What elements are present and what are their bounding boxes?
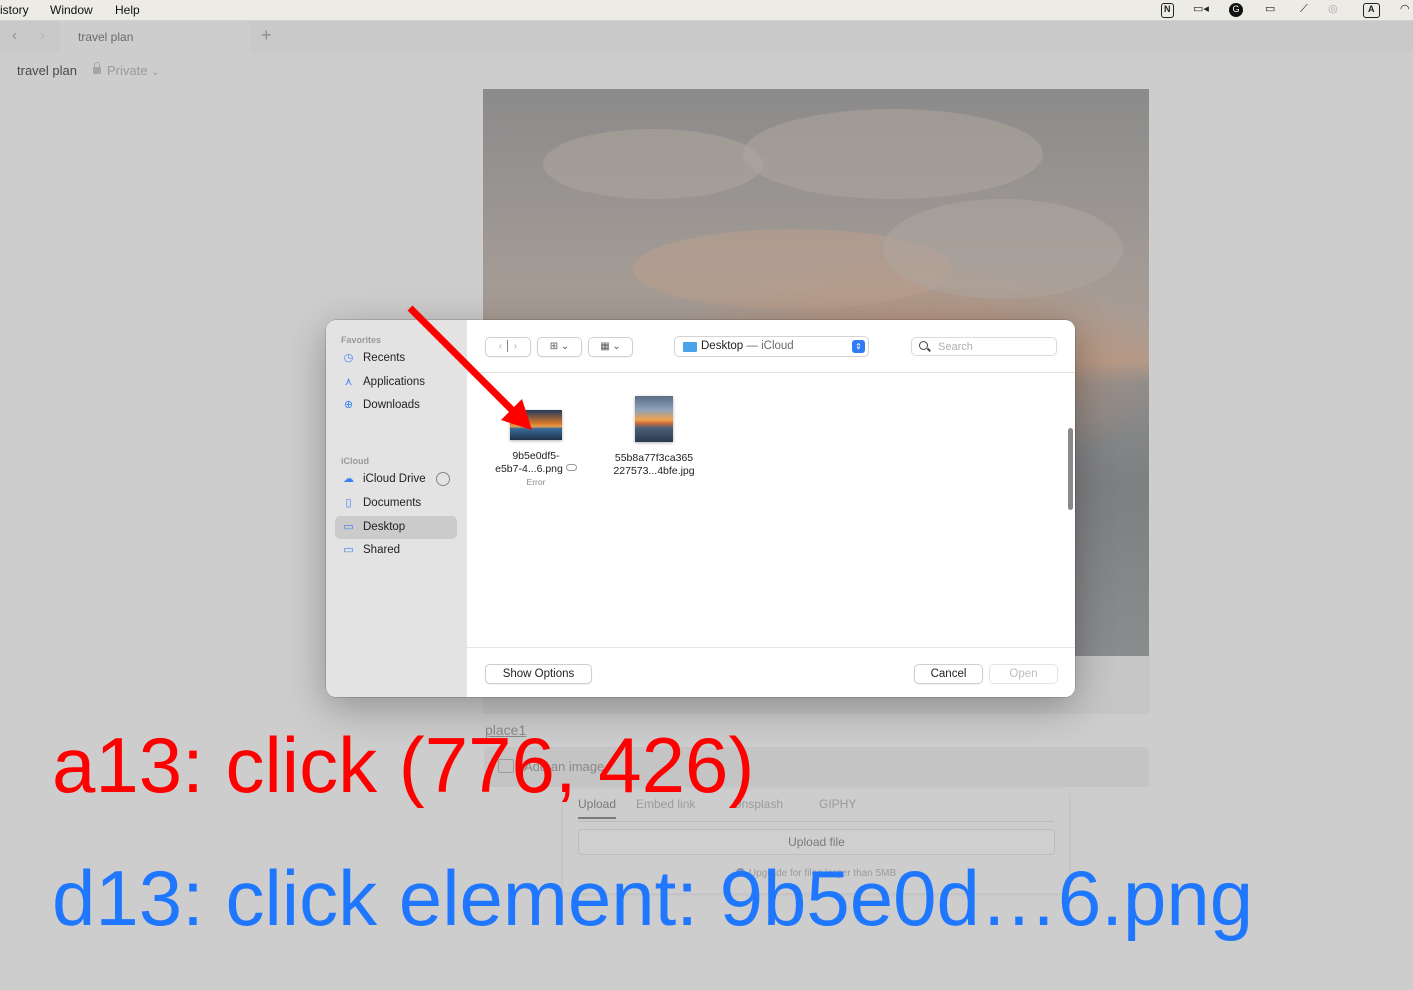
- description-annotation: d13: click element: 9b5e0d…6.png: [52, 854, 1254, 942]
- annotation-arrow: [407, 305, 532, 430]
- arrow-shaft: [407, 305, 520, 418]
- action-annotation: a13: click (776, 426): [52, 721, 755, 809]
